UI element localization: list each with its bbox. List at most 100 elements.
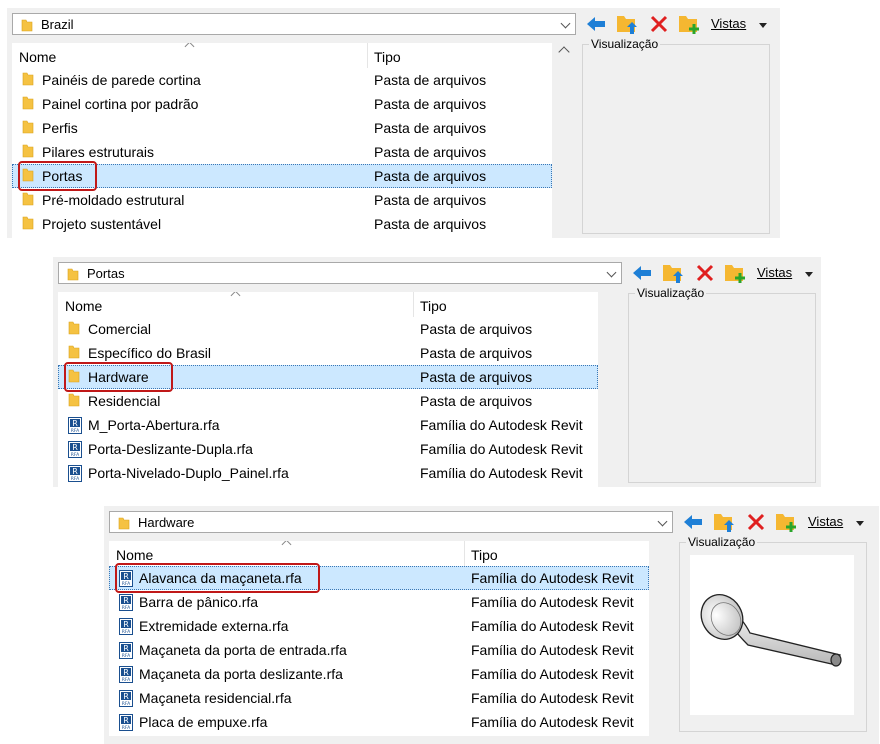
vistas-menu[interactable]: Vistas (808, 514, 843, 538)
delete-icon[interactable] (649, 12, 669, 36)
item-name: Projeto sustentável (42, 216, 162, 232)
column-header-type[interactable]: Tipo (471, 547, 498, 563)
revit-family-icon: R RFA (119, 666, 133, 686)
svg-text:R: R (123, 644, 129, 653)
svg-text:RFA: RFA (71, 428, 80, 434)
item-name: Porta-Nivelado-Duplo_Painel.rfa (88, 465, 289, 481)
svg-text:RFA: RFA (71, 476, 80, 482)
path-dropdown[interactable]: Portas (58, 262, 622, 284)
back-arrow-icon[interactable] (682, 510, 704, 534)
list-item[interactable]: R RFA Extremidade externa.rfa Família do Au… (109, 614, 649, 638)
new-folder-icon[interactable] (677, 12, 701, 36)
list-item[interactable]: R RFA Maçaneta residencial.rfa Família do A… (109, 686, 649, 710)
column-separator[interactable] (367, 43, 368, 68)
list-item[interactable]: R RFA M_Porta-Abertura.rfa Família do Autod… (58, 413, 598, 437)
delete-icon[interactable] (746, 510, 766, 534)
item-type: Pasta de arquivos (420, 321, 533, 337)
revit-family-icon: R RFA (119, 690, 133, 710)
up-folder-icon[interactable] (661, 261, 685, 285)
item-type: Família do Autodesk Revit (471, 594, 634, 610)
svg-text:R: R (123, 596, 129, 605)
back-arrow-icon[interactable] (631, 261, 653, 285)
svg-text:R: R (123, 620, 129, 629)
vistas-menu[interactable]: Vistas (711, 16, 746, 40)
item-type: Pasta de arquivos (374, 144, 487, 160)
item-name: Painel cortina por padrão (42, 96, 199, 112)
up-folder-icon[interactable] (712, 510, 736, 534)
item-name: Maçaneta da porta deslizante.rfa (139, 666, 343, 682)
list-item[interactable]: Comercial Pasta de arquivos (58, 317, 598, 341)
item-name: Porta-Deslizante-Dupla.rfa (88, 441, 253, 457)
list-item[interactable]: R RFA Maçaneta da porta deslizante.rfa Famí… (109, 662, 649, 686)
svg-text:R: R (72, 467, 78, 476)
list-item[interactable]: Residencial Pasta de arquivos (58, 389, 598, 413)
svg-text:R: R (123, 716, 129, 725)
list-item[interactable]: R RFA Barra de pânico.rfa Família do Autode… (109, 590, 649, 614)
preview-image (690, 555, 854, 715)
caret-down-icon[interactable] (805, 272, 813, 277)
column-header-name[interactable]: Nome (19, 49, 56, 65)
column-header-type[interactable]: Tipo (420, 298, 447, 314)
list-item[interactable]: R RFA Maçaneta da porta de entrada.rfa Famí… (109, 638, 649, 662)
vistas-menu[interactable]: Vistas (757, 265, 792, 289)
column-header-type[interactable]: Tipo (374, 49, 401, 65)
item-type: Família do Autodesk Revit (471, 714, 634, 730)
chevron-down-icon[interactable] (560, 18, 571, 29)
folder-icon (68, 345, 80, 362)
item-type: Pasta de arquivos (374, 216, 487, 232)
list-item[interactable]: Painéis de parede cortina Pasta de arquiv… (12, 68, 552, 92)
new-folder-icon[interactable] (774, 510, 798, 534)
preview-pane: Visualização (628, 286, 816, 483)
chevron-down-icon[interactable] (606, 267, 617, 278)
item-type: Pasta de arquivos (374, 72, 487, 88)
back-arrow-icon[interactable] (585, 12, 607, 36)
svg-text:RFA: RFA (122, 677, 131, 683)
folder-icon (22, 144, 34, 161)
column-header-name[interactable]: Nome (65, 298, 102, 314)
preview-label: Visualização (589, 37, 661, 51)
column-separator[interactable] (413, 292, 414, 317)
chevron-down-icon[interactable] (657, 516, 668, 527)
list-item[interactable]: Perfis Pasta de arquivos (12, 116, 552, 140)
item-name: Pilares estruturais (42, 144, 155, 160)
preview-pane: Visualização (582, 37, 770, 234)
column-separator[interactable] (464, 541, 465, 566)
item-type: Família do Autodesk Revit (471, 618, 634, 634)
item-type: Família do Autodesk Revit (471, 570, 634, 586)
list-item[interactable]: R RFA Placa de empuxe.rfa Família do Autode… (109, 710, 649, 734)
file-browser-brazil: Brazil Vistas Nome Tipo Painéis de pared… (7, 8, 780, 238)
list-item[interactable]: R RFA Porta-Deslizante-Dupla.rfa Família do… (58, 437, 598, 461)
item-name: Painéis de parede cortina (42, 72, 201, 88)
caret-down-icon[interactable] (759, 23, 767, 28)
item-type: Pasta de arquivos (374, 192, 487, 208)
list-item[interactable]: Projeto sustentável Pasta de arquivos (12, 212, 552, 236)
scroll-up-arrow-icon[interactable] (558, 46, 570, 58)
list-header: Nome Tipo (58, 292, 598, 317)
item-name: Maçaneta da porta de entrada.rfa (139, 642, 347, 658)
path-text: Brazil (41, 17, 74, 32)
file-browser-portas: Portas Vistas Nome Tipo Comercial Pasta d… (53, 257, 821, 487)
caret-down-icon[interactable] (856, 521, 864, 526)
svg-text:RFA: RFA (122, 725, 131, 731)
column-header-name[interactable]: Nome (116, 547, 153, 563)
folder-icon (22, 72, 34, 89)
list-item[interactable]: Painel cortina por padrão Pasta de arquiv… (12, 92, 552, 116)
folder-icon (22, 96, 34, 113)
new-folder-icon[interactable] (723, 261, 747, 285)
item-type: Pasta de arquivos (420, 345, 533, 361)
list-item[interactable]: R RFA Porta-Nivelado-Duplo_Painel.rfa Famíl… (58, 461, 598, 485)
preview-label: Visualização (635, 286, 707, 300)
path-dropdown[interactable]: Hardware (109, 511, 673, 533)
up-folder-icon[interactable] (615, 12, 639, 36)
item-type: Família do Autodesk Revit (471, 690, 634, 706)
svg-text:R: R (123, 668, 129, 677)
delete-icon[interactable] (695, 261, 715, 285)
file-list[interactable]: Nome Tipo Painéis de parede cortina Pasta… (12, 43, 552, 238)
file-list[interactable]: Nome Tipo R RFA Alavanca da maçaneta.rfa Fa… (109, 541, 649, 736)
item-type: Pasta de arquivos (374, 168, 487, 184)
list-item[interactable]: Pré-moldado estrutural Pasta de arquivos (12, 188, 552, 212)
path-text: Hardware (138, 515, 195, 530)
file-list[interactable]: Nome Tipo Comercial Pasta de arquivos Esp… (58, 292, 598, 487)
item-type: Família do Autodesk Revit (420, 465, 583, 481)
path-dropdown[interactable]: Brazil (12, 13, 576, 35)
